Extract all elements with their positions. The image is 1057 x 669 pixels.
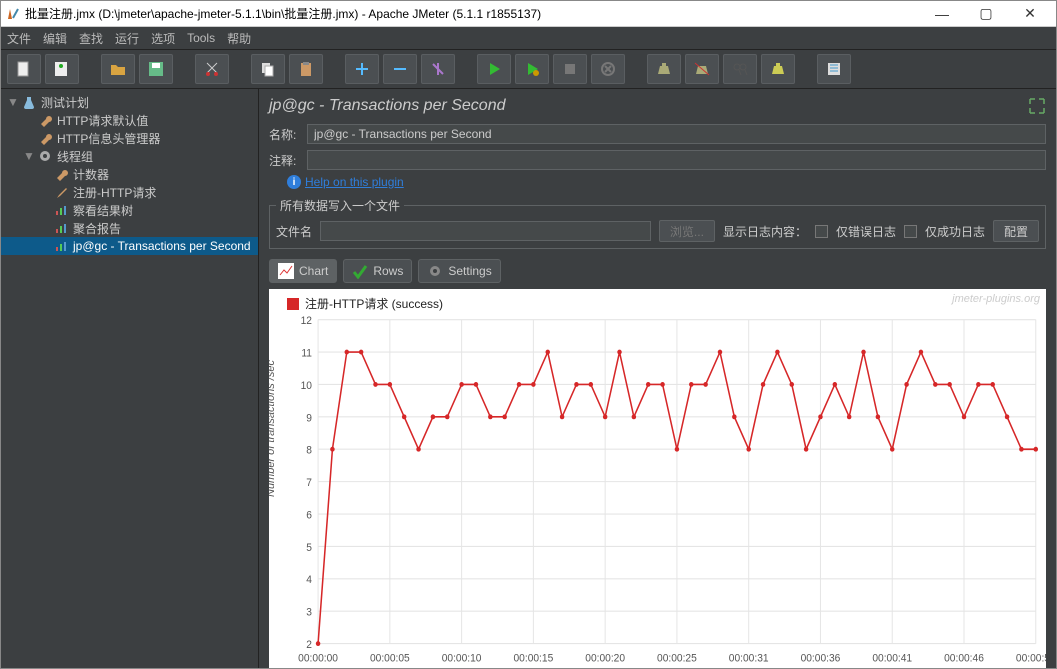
tree-item[interactable]: 聚合报告: [1, 219, 258, 237]
tree-item[interactable]: HTTP信息头管理器: [1, 129, 258, 147]
panel-title: jp@gc - Transactions per Second: [269, 97, 1028, 115]
comment-label: 注释:: [269, 152, 301, 169]
stop-button[interactable]: [553, 54, 587, 84]
chart-area: 注册-HTTP请求 (success) jmeter-plugins.org N…: [269, 289, 1046, 668]
menu-file[interactable]: 文件: [7, 30, 31, 47]
svg-text:12: 12: [301, 315, 312, 327]
cut-button[interactable]: [195, 54, 229, 84]
tree-item[interactable]: 察看结果树: [1, 201, 258, 219]
menu-tools[interactable]: Tools: [187, 31, 215, 45]
help-link[interactable]: i Help on this plugin: [287, 175, 1046, 189]
tree-item[interactable]: HTTP请求默认值: [1, 111, 258, 129]
svg-text:00:00:10: 00:00:10: [442, 652, 482, 664]
jmeter-app-icon: [5, 6, 21, 22]
browse-button[interactable]: 浏览...: [659, 220, 715, 242]
svg-text:10: 10: [301, 380, 312, 392]
svg-text:00:00:41: 00:00:41: [872, 652, 912, 664]
reset-search-button[interactable]: [761, 54, 795, 84]
tree-item[interactable]: ▼线程组: [1, 147, 258, 165]
copy-button[interactable]: [251, 54, 285, 84]
toggle-button[interactable]: [421, 54, 455, 84]
svg-text:5: 5: [306, 541, 312, 553]
svg-text:00:00:52: 00:00:52: [1016, 652, 1046, 664]
svg-text:00:00:25: 00:00:25: [657, 652, 697, 664]
file-input[interactable]: [320, 221, 651, 241]
close-button[interactable]: ✕: [1008, 2, 1052, 26]
file-group: 所有数据写入一个文件 文件名 浏览... 显示日志内容： 仅错误日志 仅成功日志…: [269, 197, 1046, 249]
svg-text:3: 3: [306, 606, 312, 618]
file-group-legend: 所有数据写入一个文件: [276, 197, 404, 214]
chart-legend: 注册-HTTP请求 (success): [287, 295, 443, 312]
maximize-button[interactable]: ▢: [964, 2, 1008, 26]
show-log-label: 显示日志内容：: [723, 223, 807, 240]
tab-settings[interactable]: Settings: [418, 259, 500, 283]
tab-rows[interactable]: Rows: [343, 259, 412, 283]
svg-text:00:00:15: 00:00:15: [514, 652, 554, 664]
check-icon: [352, 263, 368, 279]
error-only-label: 仅错误日志: [836, 223, 896, 240]
open-button[interactable]: [101, 54, 135, 84]
tree-item[interactable]: 计数器: [1, 165, 258, 183]
svg-text:4: 4: [306, 574, 312, 586]
svg-text:00:00:20: 00:00:20: [585, 652, 625, 664]
menu-run[interactable]: 运行: [115, 30, 139, 47]
svg-text:9: 9: [306, 412, 312, 424]
svg-text:00:00:36: 00:00:36: [801, 652, 841, 664]
shutdown-button[interactable]: [591, 54, 625, 84]
main-panel: jp@gc - Transactions per Second 名称: 注释: …: [259, 89, 1056, 668]
titlebar: 批量注册.jmx (D:\jmeter\apache-jmeter-5.1.1\…: [1, 1, 1056, 27]
menu-find[interactable]: 查找: [79, 30, 103, 47]
tab-chart[interactable]: Chart: [269, 259, 337, 283]
paste-button[interactable]: [289, 54, 323, 84]
name-label: 名称:: [269, 126, 301, 143]
test-plan-tree[interactable]: ▼测试计划HTTP请求默认值HTTP信息头管理器▼线程组计数器注册-HTTP请求…: [1, 89, 259, 668]
svg-text:00:00:00: 00:00:00: [298, 652, 338, 664]
remove-button[interactable]: [383, 54, 417, 84]
tree-item[interactable]: jp@gc - Transactions per Second: [1, 237, 258, 255]
gear-icon: [427, 263, 443, 279]
legend-swatch: [287, 298, 299, 310]
svg-text:7: 7: [306, 477, 312, 489]
menu-options[interactable]: 选项: [151, 30, 175, 47]
config-button[interactable]: 配置: [993, 220, 1039, 242]
menubar: 文件 编辑 查找 运行 选项 Tools 帮助: [1, 27, 1056, 49]
tree-item[interactable]: 注册-HTTP请求: [1, 183, 258, 201]
window-title: 批量注册.jmx (D:\jmeter\apache-jmeter-5.1.1\…: [25, 5, 920, 22]
svg-text:00:00:05: 00:00:05: [370, 652, 410, 664]
svg-text:8: 8: [306, 444, 312, 456]
search-button[interactable]: [723, 54, 757, 84]
clear-all-button[interactable]: [685, 54, 719, 84]
new-button[interactable]: [7, 54, 41, 84]
success-only-checkbox[interactable]: [904, 225, 917, 238]
start-no-timers-button[interactable]: [515, 54, 549, 84]
toolbar: [1, 49, 1056, 89]
svg-text:00:00:31: 00:00:31: [729, 652, 769, 664]
svg-text:00:00:46: 00:00:46: [944, 652, 984, 664]
chart-plot: 2 3 4 5 6 7 8 9 10 11 12 00:00:00 00:00:05 00:00:10 00…: [269, 313, 1046, 668]
info-icon: i: [287, 175, 301, 189]
menu-help[interactable]: 帮助: [227, 30, 251, 47]
svg-text:6: 6: [306, 509, 312, 521]
add-button[interactable]: [345, 54, 379, 84]
error-only-checkbox[interactable]: [815, 225, 828, 238]
svg-text:2: 2: [306, 639, 312, 651]
tree-item[interactable]: ▼测试计划: [1, 93, 258, 111]
start-button[interactable]: [477, 54, 511, 84]
chart-icon: [278, 263, 294, 279]
function-helper-button[interactable]: [817, 54, 851, 84]
chart-watermark: jmeter-plugins.org: [952, 293, 1040, 305]
menu-edit[interactable]: 编辑: [43, 30, 67, 47]
name-input[interactable]: [307, 124, 1046, 144]
clear-button[interactable]: [647, 54, 681, 84]
success-only-label: 仅成功日志: [925, 223, 985, 240]
file-label: 文件名: [276, 223, 312, 240]
minimize-button[interactable]: —: [920, 2, 964, 26]
save-button[interactable]: [139, 54, 173, 84]
templates-button[interactable]: [45, 54, 79, 84]
expand-icon[interactable]: [1028, 97, 1046, 115]
comment-input[interactable]: [307, 150, 1046, 170]
svg-text:11: 11: [301, 347, 312, 359]
